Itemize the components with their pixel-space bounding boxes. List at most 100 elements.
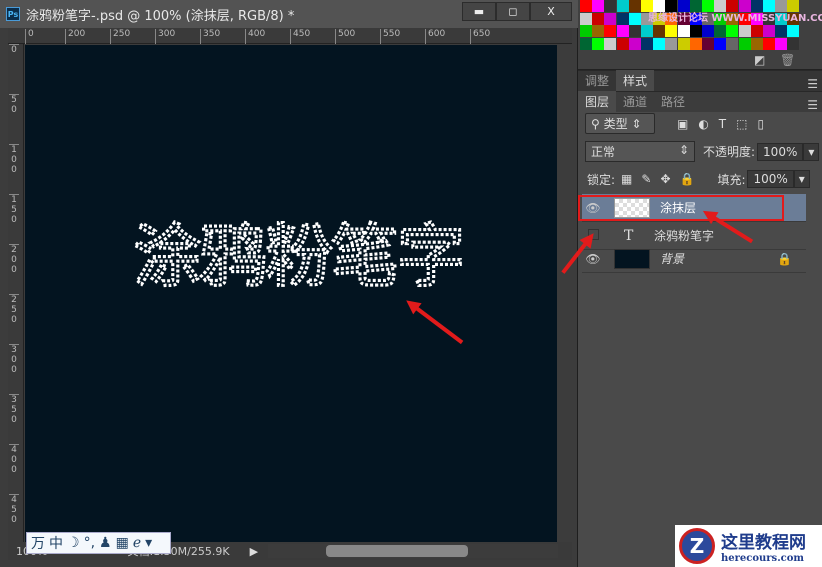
color-swatch[interactable]	[763, 25, 775, 37]
ime-item[interactable]: ▦	[116, 535, 129, 551]
horizontal-ruler[interactable]: 0 200 250 300 350 400 450 500 550 600 650	[8, 28, 572, 44]
color-swatch[interactable]	[787, 25, 800, 37]
scroll-thumb[interactable]	[326, 545, 468, 557]
color-swatch[interactable]	[726, 25, 739, 37]
color-swatch[interactable]	[628, 25, 641, 37]
color-swatch[interactable]	[750, 37, 763, 50]
document-titlebar[interactable]: Ps 涂鸦粉笔字-.psd @ 100% (涂抹层, RGB/8) * ▬ ◻ …	[0, 0, 578, 28]
color-swatch[interactable]	[787, 37, 800, 50]
ime-toolbar[interactable]: 万中 ☽ °, ♟ ▦ ℯ ▾	[26, 532, 171, 554]
color-swatch[interactable]	[689, 37, 702, 50]
filter-kind-select[interactable]: ⚲ 类型 ⇕	[585, 113, 655, 134]
filter-icons[interactable]: ▣◐T⬚▯	[677, 117, 774, 131]
color-swatch[interactable]	[641, 25, 653, 37]
color-swatch[interactable]	[653, 25, 666, 37]
layer-name[interactable]: 背景	[660, 250, 684, 267]
ruler-label: 5 0	[9, 94, 19, 115]
new-swatch-icon[interactable]: ◩	[754, 53, 765, 67]
document-title: 涂鸦粉笔字-.psd @ 100% (涂抹层, RGB/8) *	[26, 8, 295, 24]
swatches-panel[interactable]: 思缘设计论坛 WWW.MISSYUAN.COM	[578, 0, 822, 52]
ime-item[interactable]: ℯ	[133, 535, 141, 551]
color-swatch[interactable]	[714, 37, 727, 50]
ruler-label: 1 5 0	[9, 194, 19, 225]
color-swatch[interactable]	[641, 37, 653, 50]
opacity-input[interactable]: 100%	[757, 142, 804, 161]
fill-dropdown-icon[interactable]: ▾	[793, 170, 810, 188]
color-swatch[interactable]	[653, 37, 666, 50]
color-swatch[interactable]	[616, 0, 629, 12]
ruler-label: 600	[425, 29, 445, 44]
lock-icons[interactable]: ▦✎✥🔒	[621, 172, 703, 186]
ruler-label: 500	[335, 29, 355, 44]
color-swatch[interactable]	[665, 25, 678, 37]
vertical-scrollbar[interactable]	[557, 45, 572, 542]
color-swatch[interactable]	[665, 37, 678, 50]
visibility-eye-icon[interactable]: 👁	[582, 252, 604, 266]
tab-layers[interactable]: 图层	[578, 91, 617, 112]
horizontal-scrollbar[interactable]	[268, 544, 558, 558]
tab-channels[interactable]: 通道	[616, 91, 654, 112]
color-swatch[interactable]	[580, 37, 592, 50]
color-swatch[interactable]	[604, 0, 617, 12]
color-swatch[interactable]	[592, 37, 605, 50]
tab-adjustments[interactable]: 调整	[578, 70, 616, 91]
ime-item[interactable]: ♟	[99, 535, 112, 551]
lock-icon: 🔒	[777, 251, 792, 266]
color-swatch[interactable]	[580, 0, 592, 12]
color-swatch[interactable]	[689, 25, 702, 37]
opacity-dropdown-icon[interactable]: ▾	[803, 142, 820, 161]
minimize-button[interactable]: ▬	[462, 2, 496, 21]
color-swatch[interactable]	[592, 0, 605, 12]
layer-name[interactable]: 涂鸦粉笔字	[654, 227, 714, 244]
color-swatch[interactable]	[628, 0, 641, 12]
ime-item[interactable]: ☽	[67, 535, 80, 551]
color-swatch[interactable]	[604, 37, 617, 50]
panel-menu-icon[interactable]: ☰	[807, 77, 818, 91]
ruler-label: 3 5 0	[9, 394, 19, 425]
color-swatch[interactable]	[702, 25, 714, 37]
ime-item[interactable]: ▾	[145, 535, 152, 551]
color-swatch[interactable]	[592, 25, 605, 37]
color-swatch[interactable]	[763, 37, 775, 50]
color-swatch[interactable]	[702, 37, 714, 50]
trash-icon[interactable]: 🗑	[780, 53, 795, 67]
color-swatch[interactable]	[616, 37, 629, 50]
tab-styles[interactable]: 样式	[616, 70, 655, 91]
color-swatch[interactable]	[726, 37, 739, 50]
ime-item[interactable]: °,	[84, 535, 95, 551]
color-swatch[interactable]	[750, 25, 763, 37]
tab-paths[interactable]: 路径	[654, 91, 692, 112]
ime-item[interactable]: 中	[49, 533, 63, 553]
color-swatch[interactable]	[604, 25, 617, 37]
text-layer-icon: T	[624, 227, 634, 244]
swatches-toolbar: ◩ 🗑	[578, 52, 822, 70]
color-swatch[interactable]	[628, 37, 641, 50]
vertical-ruler[interactable]: 0 5 0 1 0 0 1 5 0 2 0 0 2 5 0 3 0 0 3 5 0 4 0 0 4…	[8, 44, 24, 542]
color-swatch[interactable]	[616, 12, 629, 25]
color-swatch[interactable]	[775, 37, 788, 50]
ime-item[interactable]: 万	[31, 533, 45, 553]
color-swatch[interactable]	[677, 25, 690, 37]
layer-row[interactable]: 👁 背景 🔒	[582, 245, 806, 273]
fill-input[interactable]: 100%	[747, 170, 794, 188]
highlight-box	[578, 195, 784, 221]
color-swatch[interactable]	[738, 37, 751, 50]
maximize-button[interactable]: ◻	[496, 2, 530, 21]
color-swatch[interactable]	[714, 25, 727, 37]
color-swatch[interactable]	[677, 37, 690, 50]
color-swatch[interactable]	[616, 25, 629, 37]
status-menu-arrow-icon[interactable]: ▶	[250, 545, 258, 558]
color-swatch[interactable]	[604, 12, 617, 25]
color-swatch[interactable]	[580, 25, 592, 37]
ruler-label: 2 0 0	[9, 244, 19, 275]
blend-mode-select[interactable]: 正常 ⇕	[585, 141, 695, 162]
ruler-label: 250	[110, 29, 130, 44]
color-swatch[interactable]	[775, 25, 788, 37]
panel-menu-icon[interactable]: ☰	[807, 98, 818, 112]
color-swatch[interactable]	[738, 25, 751, 37]
color-swatch[interactable]	[580, 12, 592, 25]
color-swatch[interactable]	[628, 12, 641, 25]
canvas[interactable]: 涂鸦粉笔字	[25, 45, 557, 542]
color-swatch[interactable]	[592, 12, 605, 25]
close-button[interactable]: X	[530, 2, 572, 21]
